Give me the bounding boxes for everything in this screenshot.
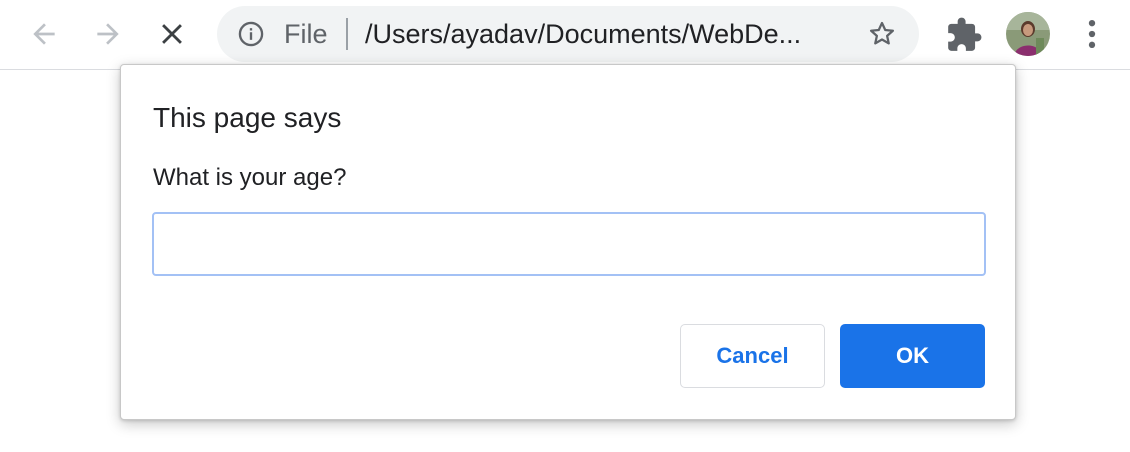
stop-button[interactable] [152, 14, 192, 54]
url-text[interactable]: /Users/ayadav/Documents/WebDe... [365, 19, 845, 49]
prompt-dialog: This page says What is your age? Cancel … [120, 64, 1016, 420]
forward-button[interactable] [88, 14, 128, 54]
avatar[interactable] [1006, 12, 1050, 56]
ok-button[interactable]: OK [840, 324, 985, 388]
url-scheme-label: File [284, 19, 328, 49]
info-icon[interactable] [237, 20, 265, 48]
browser-toolbar: File /Users/ayadav/Documents/WebDe... [0, 0, 1130, 70]
arrow-right-icon [97, 23, 119, 45]
puzzle-piece-icon[interactable] [945, 16, 983, 54]
profile-avatar-icon [1006, 12, 1050, 56]
star-icon[interactable] [867, 19, 897, 49]
cancel-button[interactable]: Cancel [680, 324, 825, 388]
arrow-left-icon [33, 23, 55, 45]
omnibox-divider [346, 18, 348, 50]
omnibox[interactable]: File /Users/ayadav/Documents/WebDe... [217, 6, 919, 62]
dialog-title: This page says [153, 102, 342, 133]
close-icon [162, 24, 182, 44]
more-vertical-icon[interactable] [1072, 14, 1112, 54]
prompt-input[interactable] [152, 212, 986, 276]
dialog-message: What is your age? [153, 164, 347, 191]
back-button[interactable] [24, 14, 64, 54]
